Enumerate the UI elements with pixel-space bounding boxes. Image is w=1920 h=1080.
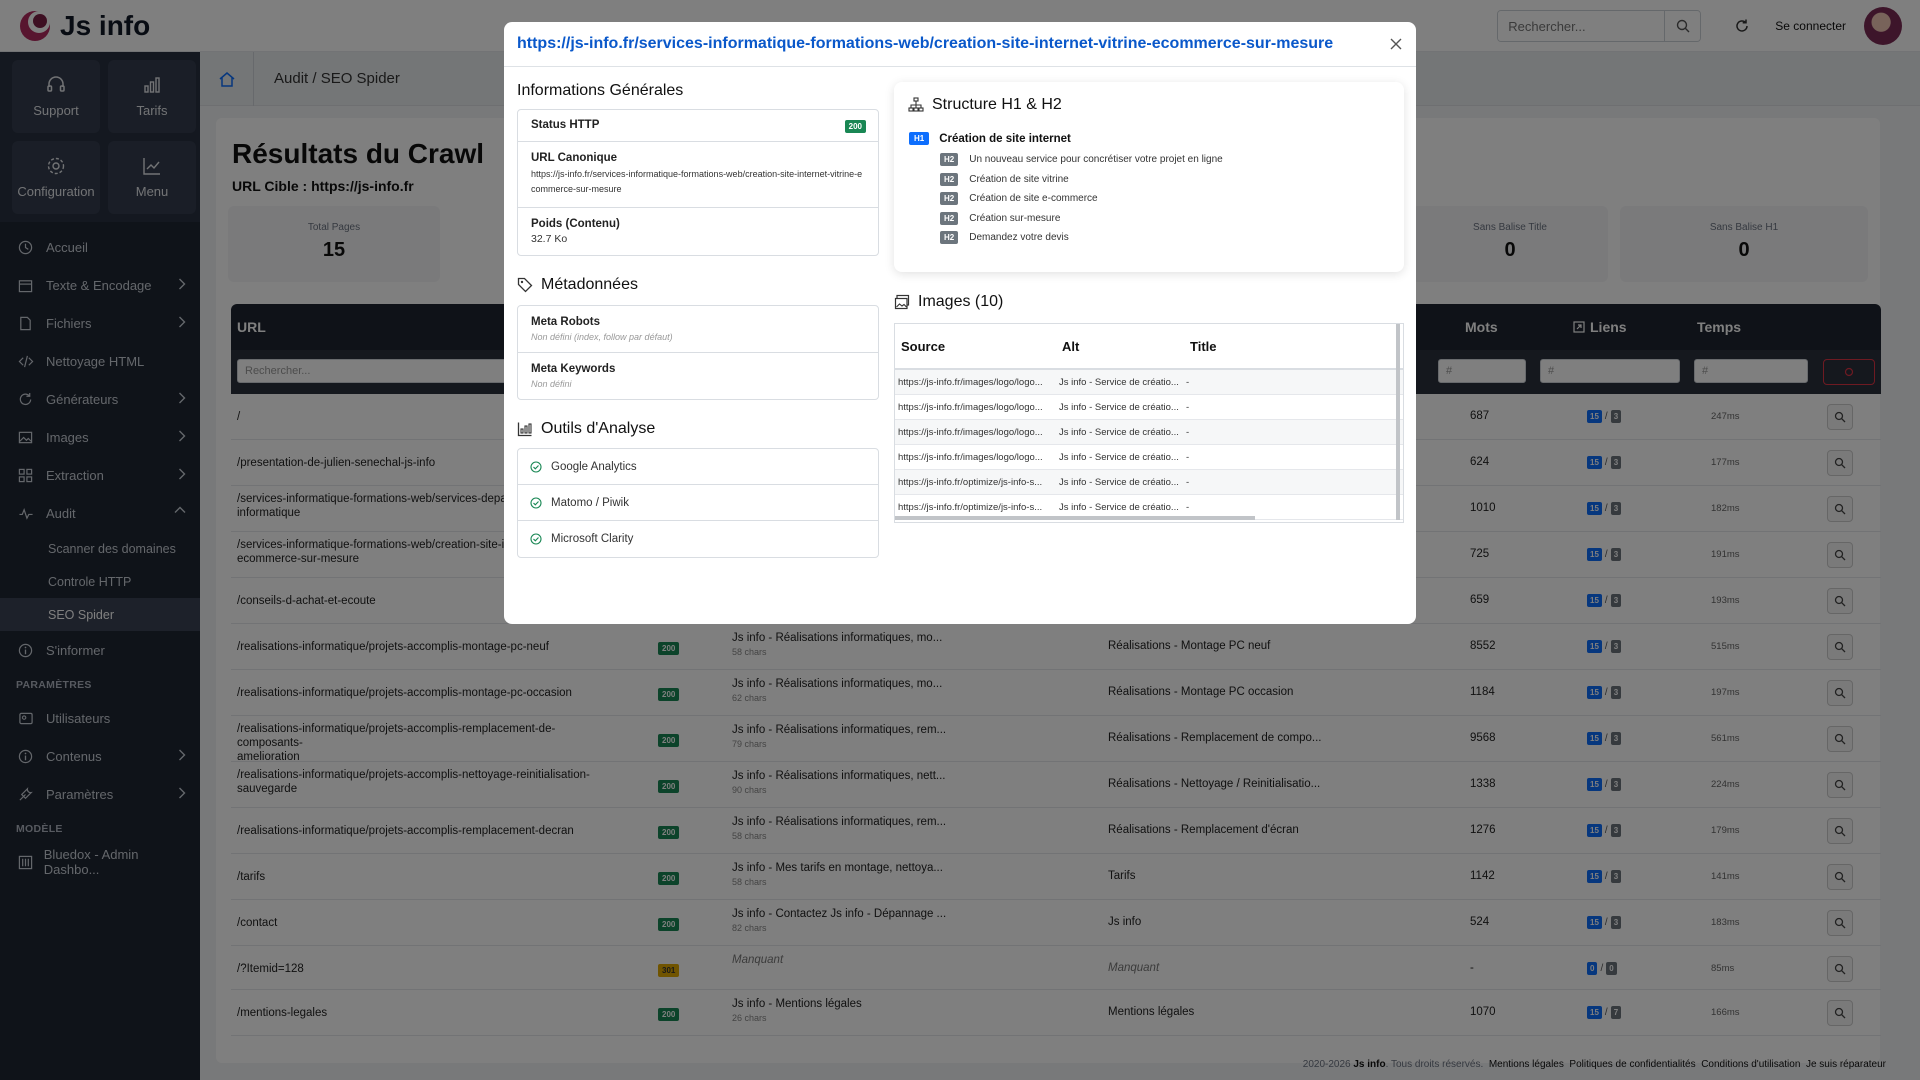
image-alt: Js info - Service de créatio... — [1059, 477, 1179, 488]
tool-row: Google Analytics — [518, 449, 878, 485]
page-detail-modal: https://js-info.fr/services-informatique… — [504, 22, 1416, 624]
tool-row: Microsoft Clarity — [518, 521, 878, 557]
close-icon — [1390, 38, 1402, 50]
tags-icon — [517, 277, 533, 293]
h2-text: Création de site e-commerce — [969, 193, 1098, 205]
image-title: - — [1186, 402, 1190, 413]
modal-header: https://js-info.fr/services-informatique… — [504, 22, 1416, 67]
image-title: - — [1186, 477, 1190, 488]
h2-badge: H2 — [940, 153, 959, 167]
image-source: https://js-info.fr/optimize/js-info-s... — [898, 477, 1043, 488]
image-source: https://js-info.fr/images/logo/logo... — [898, 377, 1043, 388]
tool-name: Matomo / Piwik — [551, 496, 629, 509]
h2-row: H2 Demandez votre devis — [940, 228, 1390, 248]
h2-badge: H2 — [940, 192, 959, 206]
h2-text: Création de site vitrine — [969, 173, 1069, 185]
image-row[interactable]: https://js-info.fr/images/logo/logo... Js… — [895, 395, 1403, 420]
canonical-value: https://js-info.fr/services-informatique… — [531, 169, 863, 194]
image-source: https://js-info.fr/images/logo/logo... — [898, 402, 1043, 413]
status-badge: 200 — [844, 120, 866, 133]
analytics-icon — [517, 422, 532, 437]
section-structure-label: Structure H1 & H2 — [932, 96, 1062, 113]
robots-value: Non défini (index, follow par défaut) — [531, 332, 673, 342]
tool-name: Google Analytics — [551, 460, 637, 473]
image-title: - — [1186, 452, 1190, 463]
h2-list: H2 Un nouveau service pour concrétiser vo… — [908, 150, 1390, 248]
tool-row: Matomo / Piwik — [518, 485, 878, 521]
tool-name: Microsoft Clarity — [551, 533, 634, 545]
image-row[interactable]: https://js-info.fr/images/logo/logo... Js… — [895, 445, 1403, 470]
images-col-title: Title — [1190, 339, 1217, 354]
images-icon — [894, 294, 910, 310]
modal-left-column: Informations Générales Status HTTP 200 U… — [517, 67, 879, 558]
sitemap-icon — [908, 97, 924, 112]
image-title: - — [1186, 377, 1190, 388]
image-title: - — [1186, 427, 1190, 438]
status-label: Status HTTP — [531, 119, 600, 131]
section-meta-title: Métadonnées — [517, 276, 879, 294]
h1-text: Création de site internet — [939, 132, 1071, 145]
check-circle-icon — [530, 460, 542, 473]
weight-row: Poids (Contenu) 32.7 Ko — [518, 208, 878, 255]
keywords-row: Meta Keywords Non défini — [518, 353, 878, 399]
keywords-label: Meta Keywords — [531, 363, 616, 375]
images-table-body: https://js-info.fr/images/logo/logo... Js… — [895, 370, 1403, 520]
image-source: https://js-info.fr/images/logo/logo... — [898, 452, 1043, 463]
section-meta-label: Métadonnées — [541, 276, 638, 293]
modal-right-column: Structure H1 & H2 H1 Création de site int… — [894, 82, 1404, 523]
h2-badge: H2 — [940, 231, 959, 245]
images-vertical-scrollbar[interactable] — [1396, 324, 1400, 520]
section-images-title: Images (10) — [894, 293, 1404, 311]
section-general-title: Informations Générales — [517, 82, 879, 100]
h2-badge: H2 — [940, 172, 959, 186]
robots-row: Meta Robots Non défini (index, follow pa… — [518, 306, 878, 353]
check-circle-icon — [530, 496, 542, 509]
images-horizontal-scrollbar[interactable] — [895, 516, 1255, 520]
meta-box: Meta Robots Non défini (index, follow pa… — [517, 305, 879, 400]
section-tools-label: Outils d'Analyse — [541, 420, 656, 437]
tools-box: Google Analytics Matomo / Piwik Microsof… — [517, 448, 879, 558]
check-circle-icon — [530, 533, 542, 545]
image-row[interactable]: https://js-info.fr/images/logo/logo... Js… — [895, 370, 1403, 395]
section-tools-title: Outils d'Analyse — [517, 420, 879, 438]
images-table-header: Source Alt Title — [895, 324, 1403, 370]
image-alt: Js info - Service de créatio... — [1059, 427, 1179, 438]
images-table: Source Alt Title https://js-info.fr/imag… — [894, 323, 1404, 523]
image-alt: Js info - Service de créatio... — [1059, 452, 1179, 463]
image-row[interactable]: https://js-info.fr/optimize/js-info-s...… — [895, 470, 1403, 495]
h2-row: H2 Création de site e-commerce — [940, 189, 1390, 209]
status-row: Status HTTP 200 — [518, 110, 878, 142]
h1-row: H1 Création de site internet — [909, 132, 1390, 145]
section-images-label: Images (10) — [918, 293, 1004, 310]
images-col-alt: Alt — [1062, 339, 1080, 354]
image-source: https://js-info.fr/images/logo/logo... — [898, 427, 1043, 438]
weight-value: 32.7 Ko — [531, 233, 568, 245]
h2-text: Demandez votre devis — [969, 232, 1069, 244]
image-alt: Js info - Service de créatio... — [1059, 377, 1179, 388]
image-alt: Js info - Service de créatio... — [1059, 502, 1179, 513]
h1-badge: H1 — [909, 132, 930, 145]
h2-badge: H2 — [940, 211, 959, 225]
section-general-label: Informations Générales — [517, 82, 684, 99]
heading-structure-card: Structure H1 & H2 H1 Création de site int… — [894, 82, 1404, 272]
h2-text: Création sur-mesure — [969, 212, 1061, 224]
robots-label: Meta Robots — [531, 316, 600, 328]
image-title: - — [1186, 502, 1190, 513]
h2-row: H2 Un nouveau service pour concrétiser vo… — [940, 150, 1390, 170]
section-structure-title: Structure H1 & H2 — [908, 96, 1390, 114]
h2-text: Un nouveau service pour concrétiser votr… — [969, 154, 1223, 166]
keywords-value: Non défini — [531, 379, 572, 389]
modal-close-button[interactable] — [1386, 34, 1406, 54]
image-alt: Js info - Service de créatio... — [1059, 402, 1179, 413]
canonical-label: URL Canonique — [531, 152, 618, 164]
images-col-source: Source — [901, 339, 946, 354]
h2-row: H2 Création sur-mesure — [940, 209, 1390, 229]
canonical-row: URL Canonique https://js-info.fr/service… — [518, 142, 878, 208]
weight-label: Poids (Contenu) — [531, 218, 620, 230]
general-info-box: Status HTTP 200 URL Canonique https://js… — [517, 109, 879, 256]
image-source: https://js-info.fr/optimize/js-info-s... — [898, 502, 1043, 513]
image-row[interactable]: https://js-info.fr/images/logo/logo... Js… — [895, 420, 1403, 445]
modal-url-link[interactable]: https://js-info.fr/services-informatique… — [517, 35, 1333, 53]
h2-row: H2 Création de site vitrine — [940, 170, 1390, 190]
